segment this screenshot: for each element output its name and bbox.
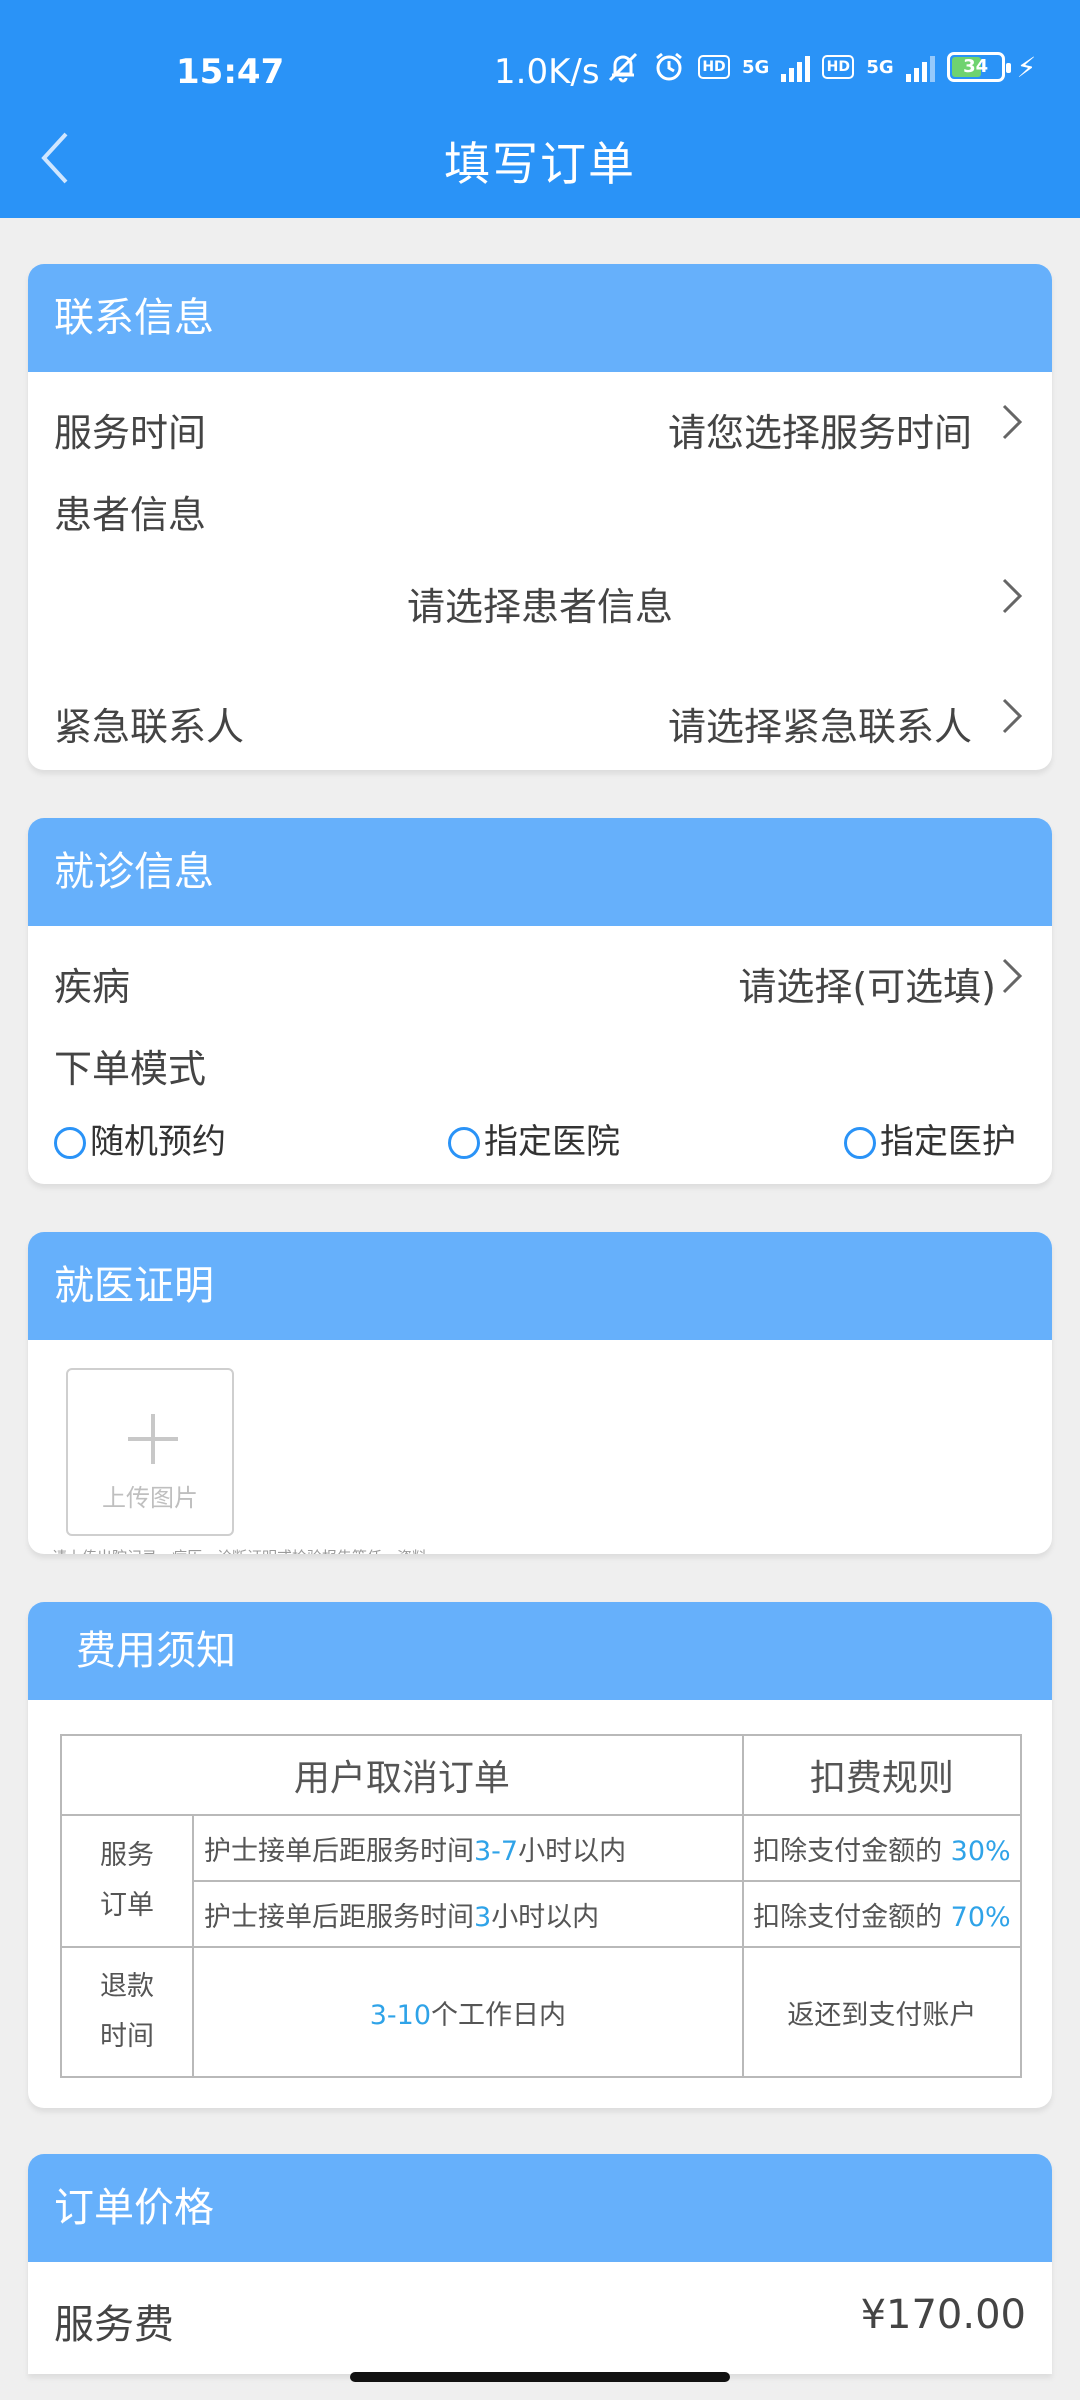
service-time-value: 请您选择服务时间 (667, 411, 972, 455)
fee-row2-condition: 护士接单后距服务时间3小时以内 (192, 1880, 744, 1948)
status-time: 15:47 (176, 52, 285, 92)
fee-notice-card: 费用须知 用户取消订单 扣费规则 服务 订单 护士接单后距服务时间3-7小时以内… (28, 1602, 1052, 2108)
disease-value: 请选择(可选填) (738, 965, 996, 1009)
refund-rule: 返还到支付账户 (741, 1946, 1023, 2078)
contact-info-card: 联系信息 服务时间 请您选择服务时间 患者信息 请选择患者信息 紧急联系人 请选… (28, 264, 1052, 770)
service-fee-label: 服务费 (54, 2302, 174, 2348)
disease-row[interactable]: 疾病 请选择(可选填) (54, 956, 1026, 1009)
plus-icon (128, 1414, 178, 1464)
service-order-label: 服务 订单 (60, 1814, 194, 1948)
5g-label-2: 5G (866, 56, 894, 78)
patient-info-row[interactable]: 请选择患者信息 (54, 576, 1026, 629)
visit-info-title: 就诊信息 (28, 818, 1052, 926)
radio-circle-icon (844, 1127, 876, 1159)
upload-image-button[interactable]: 上传图片 (66, 1368, 234, 1536)
hd-badge-2: HD (822, 55, 855, 79)
service-fee-row: 服务费 ¥170.00 (54, 2292, 1026, 2348)
fee-notice-title: 费用须知 (28, 1602, 1052, 1700)
page-title: 填写订单 (444, 137, 636, 191)
patient-info-label-row: 患者信息 (54, 484, 1026, 537)
upload-tip: 请上传出院记录、病历、诊断证明或检验报告等任一资料 (52, 1546, 427, 1554)
app-header: 15:47 1.0K/s HD 5G HD 5G 34 ⚡ 填写订单 (0, 0, 1080, 218)
refund-time-value: 3-10个工作日内 (192, 1946, 744, 2078)
service-time-row[interactable]: 服务时间 请您选择服务时间 (54, 402, 1026, 455)
fee-col-cancel: 用户取消订单 (60, 1734, 744, 1816)
signal-icon-2 (905, 52, 935, 82)
order-mode-label-row: 下单模式 (54, 1038, 1026, 1091)
radio-random[interactable]: 随机预约 (54, 1114, 226, 1163)
radio-hospital[interactable]: 指定医院 (448, 1114, 620, 1163)
5g-label: 5G (742, 56, 770, 78)
medical-proof-title: 就医证明 (28, 1232, 1052, 1340)
upload-image-label: 上传图片 (102, 1484, 198, 1512)
status-icons: HD 5G HD 5G 34 ⚡ (606, 50, 1036, 84)
fee-row2-rule: 扣除支付金额的 70% (741, 1880, 1023, 1948)
medical-proof-card: 就医证明 上传图片 请上传出院记录、病历、诊断证明或检验报告等任一资料 (28, 1232, 1052, 1554)
order-price-title: 订单价格 (28, 2154, 1052, 2262)
visit-info-card: 就诊信息 疾病 请选择(可选填) 下单模式 随机预约 指定医院 指定医护 (28, 818, 1052, 1184)
emergency-contact-value: 请选择紧急联系人 (667, 705, 972, 749)
service-time-label: 服务时间 (54, 411, 207, 455)
chevron-right-icon (1002, 958, 1023, 994)
chevron-right-icon (1002, 404, 1023, 440)
order-price-card: 订单价格 服务费 ¥170.00 (28, 2154, 1052, 2374)
radio-circle-icon (448, 1127, 480, 1159)
radio-circle-icon (54, 1127, 86, 1159)
emergency-contact-label: 紧急联系人 (54, 705, 245, 749)
battery-icon: 34 (946, 52, 1011, 82)
chevron-right-icon (1002, 698, 1023, 734)
radio-nurse[interactable]: 指定医护 (844, 1114, 1016, 1163)
fee-col-rule: 扣费规则 (741, 1734, 1023, 1816)
chevron-right-icon (1002, 578, 1023, 614)
signal-icon (781, 52, 811, 82)
disease-label: 疾病 (54, 965, 131, 1009)
status-bar: 15:47 1.0K/s HD 5G HD 5G 34 ⚡ (0, 0, 1080, 140)
order-mode-label: 下单模式 (54, 1047, 207, 1091)
fee-row1-rule: 扣除支付金额的 30% (741, 1814, 1023, 1882)
contact-info-title: 联系信息 (28, 264, 1052, 372)
hd-badge: HD (698, 55, 730, 79)
patient-info-value: 请选择患者信息 (406, 585, 673, 629)
refund-time-label: 退款 时间 (60, 1946, 194, 2078)
emergency-contact-row[interactable]: 紧急联系人 请选择紧急联系人 (54, 696, 1026, 749)
service-fee-value: ¥170.00 (860, 2292, 1026, 2338)
alarm-icon (656, 52, 682, 81)
home-indicator[interactable] (350, 2372, 730, 2382)
mute-bell-icon (608, 52, 638, 83)
fee-row1-condition: 护士接单后距服务时间3-7小时以内 (192, 1814, 744, 1882)
charging-icon: ⚡ (1016, 50, 1037, 84)
network-speed: 1.0K/s (494, 52, 600, 92)
patient-info-label: 患者信息 (54, 493, 207, 537)
fee-table: 用户取消订单 扣费规则 服务 订单 护士接单后距服务时间3-7小时以内 扣除支付… (60, 1734, 1023, 2078)
